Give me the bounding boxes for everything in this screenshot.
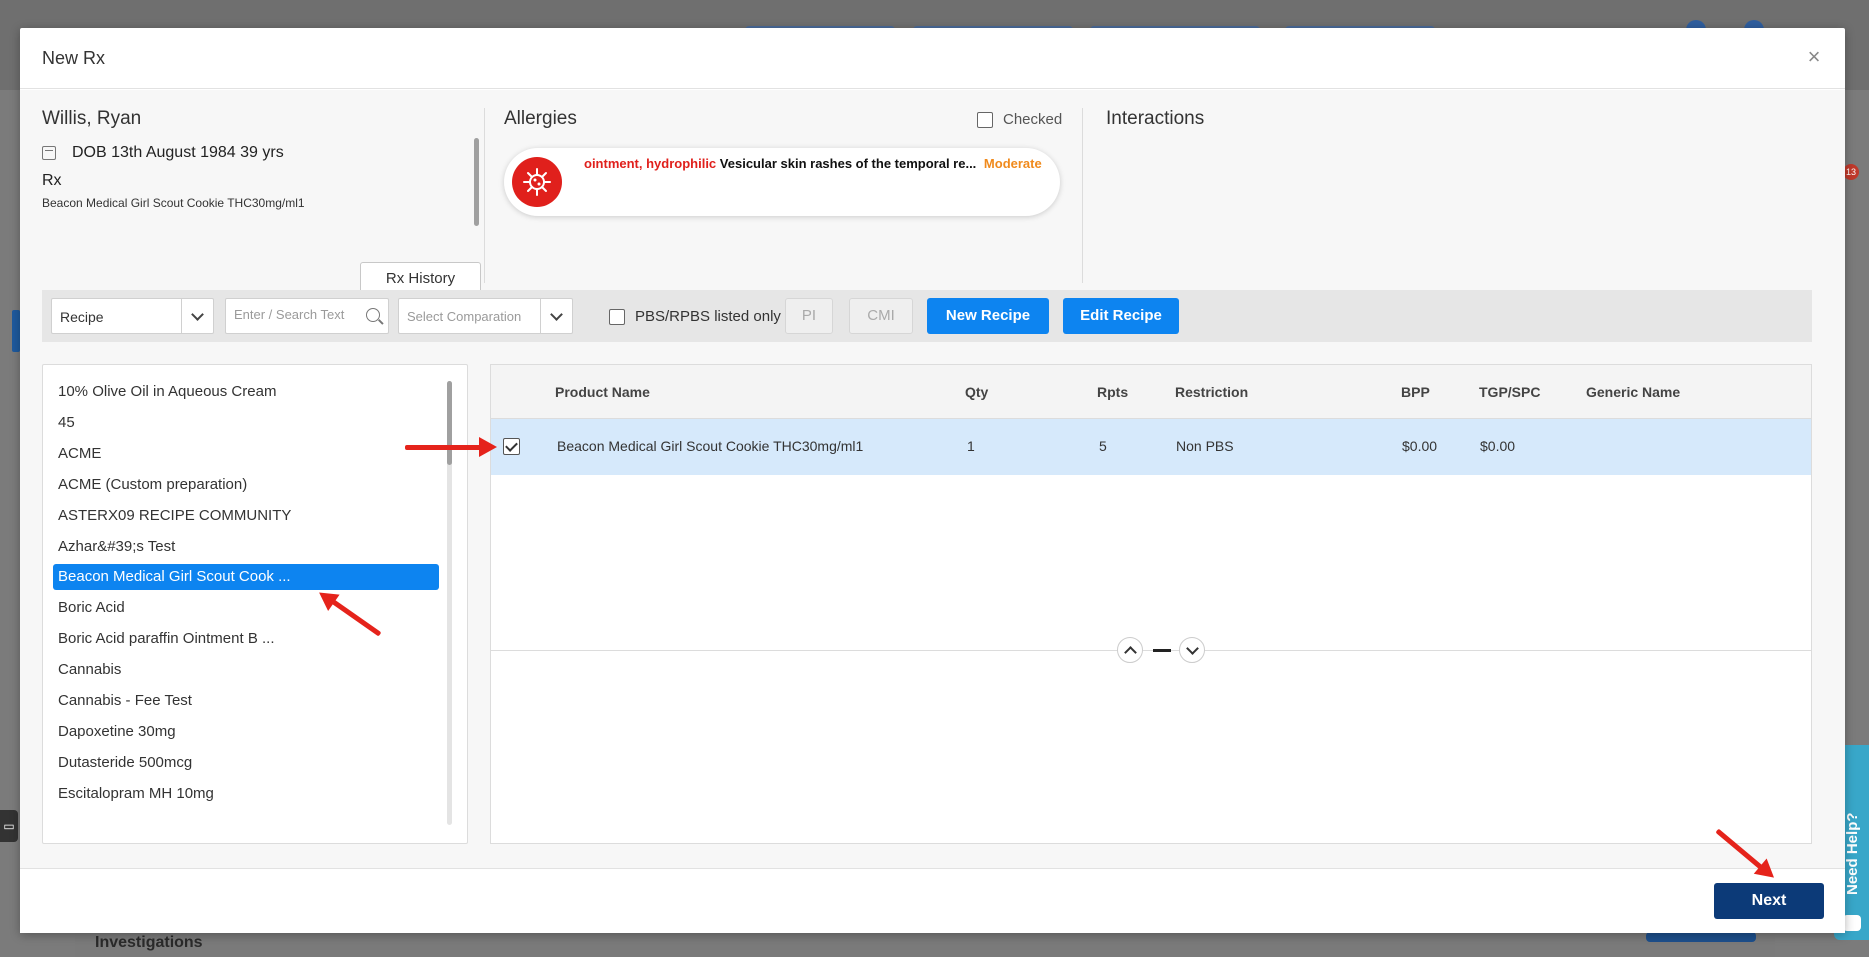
patient-dob: DOB 13th August 1984 39 yrs [72, 144, 284, 161]
recipe-list-item[interactable]: Cannabis - Fee Test [53, 688, 439, 714]
pbs-filter[interactable]: PBS/RPBS listed only [609, 308, 781, 325]
rx-medication: Beacon Medical Girl Scout Cookie THC30mg… [42, 196, 305, 210]
column-header[interactable]: Generic Name [1586, 384, 1680, 400]
chevron-up-icon[interactable] [1117, 637, 1143, 663]
allergy-text: ointment, hydrophilic Vesicular skin ras… [584, 156, 1042, 171]
recipe-list-item[interactable]: Beacon Medical Girl Scout Cook ... [53, 564, 439, 591]
type-select[interactable]: Recipe [51, 298, 214, 334]
allergy-reaction: Vesicular skin rashes of the temporal re… [719, 156, 977, 171]
patient-name: Willis, Ryan [42, 108, 142, 129]
product-name-cell: Beacon Medical Girl Scout Cookie THC30mg… [557, 438, 864, 454]
patient-scrollbar[interactable] [474, 138, 479, 226]
divider [1082, 108, 1083, 283]
recipe-list-item[interactable]: ASTERX09 RECIPE COMMUNITY [53, 503, 439, 529]
pbs-label: PBS/RPBS listed only [635, 308, 781, 325]
pane-splitter [1117, 637, 1205, 665]
background-button [1646, 932, 1756, 942]
restriction-cell: Non PBS [1176, 438, 1234, 454]
checked-checkbox[interactable] [977, 111, 993, 128]
modal-footer: Next [20, 868, 1845, 933]
search-input[interactable] [234, 307, 358, 322]
recipe-list-item[interactable]: Boric Acid paraffin Ointment B ... [53, 626, 439, 652]
new-rx-modal: New Rx × Willis, Ryan DOB 13th August 19… [20, 28, 1845, 933]
screen-icon: ▭ [0, 810, 18, 842]
recipe-list-item[interactable]: Dutasteride 500mcg [53, 750, 439, 776]
background-side-tab [12, 310, 20, 352]
notification-badge: 13 [1843, 164, 1859, 180]
divider [484, 108, 485, 283]
allergy-substance: ointment, hydrophilic [584, 156, 717, 171]
column-header[interactable]: Qty [965, 384, 988, 400]
recipe-list-item[interactable]: Azhar&#39;s Test [53, 534, 439, 560]
interactions-title: Interactions [1106, 108, 1205, 129]
column-header[interactable]: Product Name [555, 384, 650, 400]
close-icon[interactable]: × [1799, 42, 1829, 72]
table-row[interactable]: Beacon Medical Girl Scout Cookie THC30mg… [491, 419, 1811, 475]
cmi-button[interactable]: CMI [849, 298, 913, 334]
rx-label: Rx [42, 172, 62, 189]
allergies-checked[interactable]: Checked [977, 111, 1062, 128]
qty-cell: 1 [967, 438, 975, 454]
recipe-list-item[interactable]: ACME (Custom preparation) [53, 472, 439, 498]
recipe-scrollbar-thumb[interactable] [447, 381, 452, 465]
allergy-card: ointment, hydrophilic Vesicular skin ras… [504, 148, 1060, 216]
chevron-down-icon[interactable] [1179, 637, 1205, 663]
recipe-list-item[interactable]: Dapoxetine 30mg [53, 719, 439, 745]
recipe-list-item[interactable]: ACME [53, 441, 439, 467]
virus-icon [512, 157, 562, 207]
modal-body: Willis, Ryan DOB 13th August 1984 39 yrs… [20, 90, 1845, 868]
column-header[interactable]: Restriction [1175, 384, 1248, 400]
chevron-down-icon[interactable] [181, 299, 213, 333]
annotation-arrow [405, 437, 497, 457]
product-table: Product Name Qty Rpts Restriction BPP TG… [490, 364, 1812, 844]
column-header[interactable]: Rpts [1097, 384, 1128, 400]
column-header[interactable]: TGP/SPC [1479, 384, 1540, 400]
next-button[interactable]: Next [1714, 883, 1824, 919]
comparison-placeholder: Select Comparation [407, 309, 522, 324]
edit-recipe-button[interactable]: Edit Recipe [1063, 298, 1179, 334]
calendar-icon [42, 146, 56, 160]
column-header[interactable]: BPP [1401, 384, 1430, 400]
modal-title: New Rx [42, 48, 106, 68]
type-select-value: Recipe [60, 309, 104, 325]
pi-button[interactable]: PI [785, 298, 833, 334]
investigations-label: Investigations [95, 934, 203, 951]
recipe-list: 10% Olive Oil in Aqueous Cream 45 ACME ACME… [42, 364, 468, 844]
table-header: Product Name Qty Rpts Restriction BPP TG… [491, 365, 1811, 419]
recipe-list-item[interactable]: 45 [53, 410, 439, 436]
search-icon[interactable] [366, 308, 380, 322]
allergy-severity: Moderate [983, 156, 1042, 171]
row-checkbox[interactable] [503, 438, 520, 455]
recipe-list-item[interactable]: Cannabis [53, 657, 439, 683]
allergies-title: Allergies [504, 108, 577, 129]
recipe-list-item[interactable]: Boric Acid [53, 595, 439, 621]
bpp-cell: $0.00 [1402, 438, 1438, 454]
rpts-cell: 5 [1099, 438, 1107, 454]
recipe-list-item[interactable]: Escitalopram MH 10mg [53, 781, 439, 807]
need-help-label: Need Help? [1844, 812, 1861, 895]
chat-icon[interactable] [1843, 915, 1861, 931]
splitter-handle[interactable] [1153, 649, 1171, 652]
filter-bar: Recipe Select Comparation PBS/RPBS liste… [42, 290, 1812, 342]
comparison-select[interactable]: Select Comparation [398, 298, 573, 334]
modal-header: New Rx × [20, 28, 1845, 89]
tgp-spc-cell: $0.00 [1480, 438, 1516, 454]
new-recipe-button[interactable]: New Recipe [927, 298, 1049, 334]
pbs-checkbox[interactable] [609, 308, 625, 325]
dob-row: DOB 13th August 1984 39 yrs [42, 144, 284, 162]
search-field[interactable] [225, 298, 389, 334]
patient-panel: Willis, Ryan DOB 13th August 1984 39 yrs… [42, 108, 482, 296]
checked-label: Checked [1003, 111, 1063, 128]
chevron-down-icon[interactable] [540, 299, 572, 333]
recipe-list-item[interactable]: 10% Olive Oil in Aqueous Cream [53, 379, 439, 405]
